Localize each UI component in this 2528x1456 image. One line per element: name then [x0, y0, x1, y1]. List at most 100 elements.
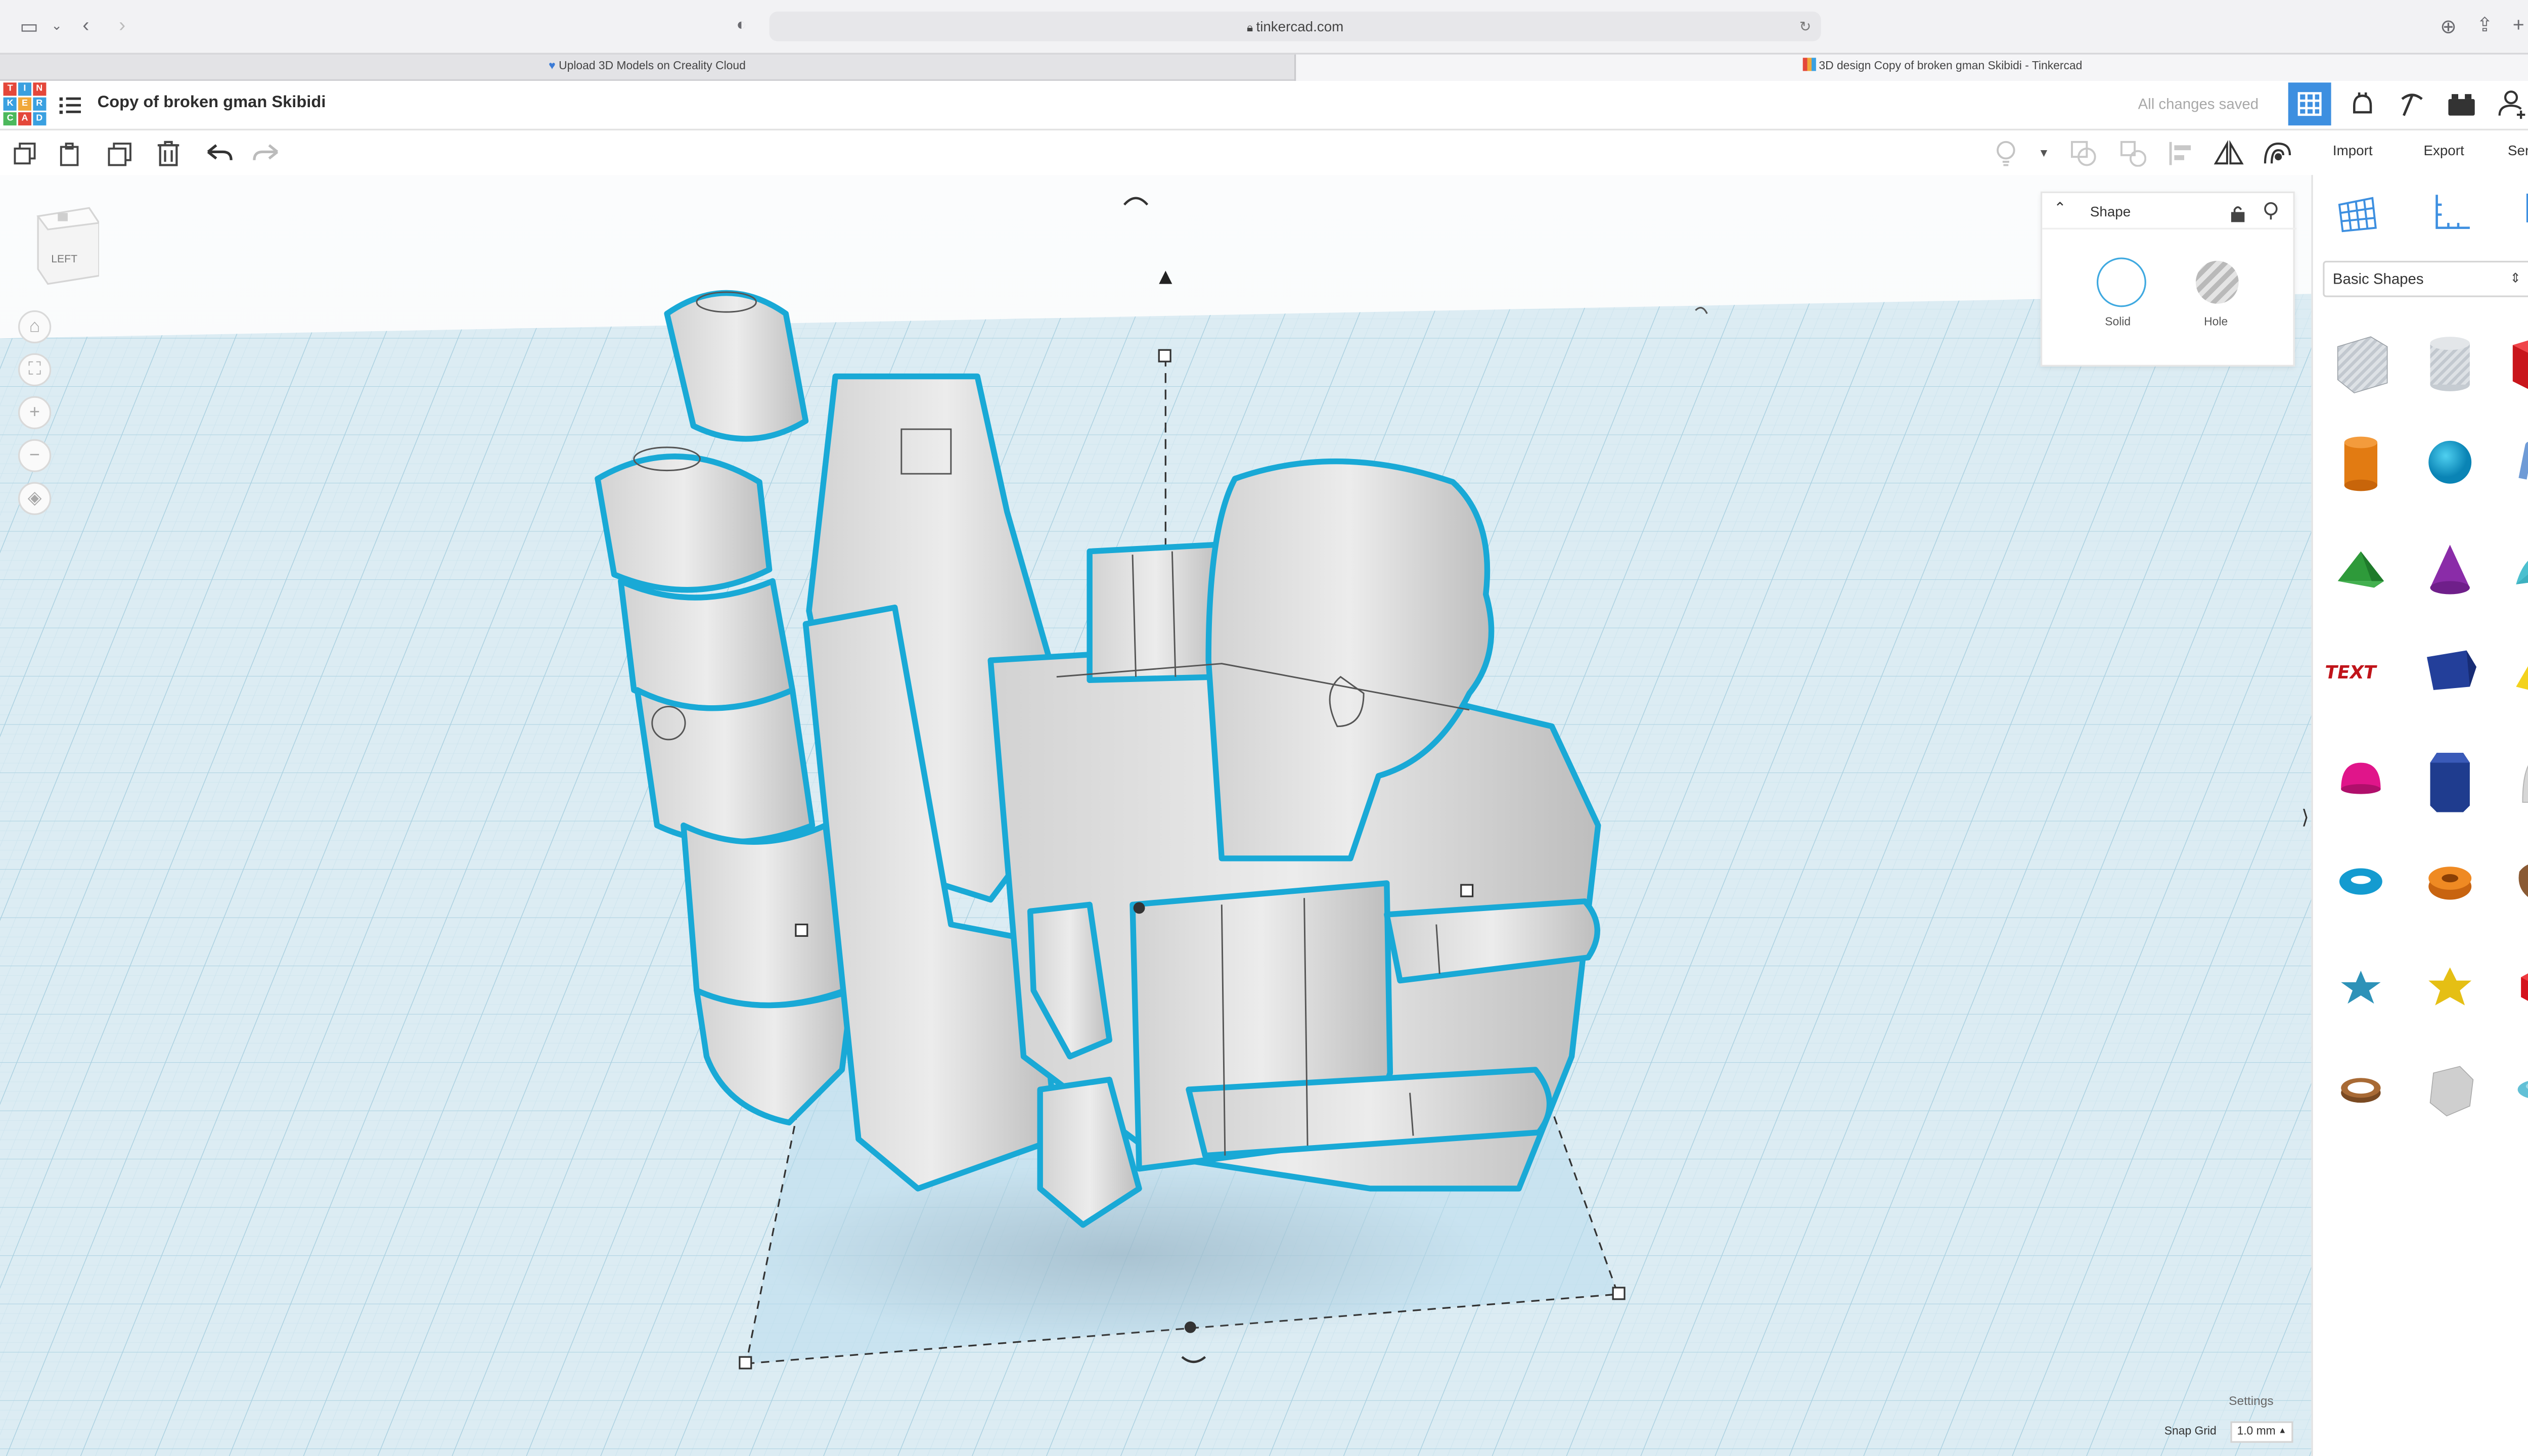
delete-icon[interactable] [152, 137, 185, 170]
shape-cylinder-striped[interactable] [2409, 313, 2491, 413]
design-title[interactable]: Copy of broken gman Skibidi [98, 94, 326, 112]
shape-text[interactable]: TEXT [2320, 621, 2402, 720]
workplane-icon[interactable] [2333, 188, 2382, 238]
shape-cylinder[interactable] [2320, 413, 2402, 512]
shape-tube[interactable] [2409, 832, 2491, 931]
snap-grid-value: 1.0 mm [2237, 1426, 2276, 1438]
view-cube-face-label: LEFT [51, 254, 78, 266]
redo-icon[interactable] [249, 137, 282, 170]
cruise-icon[interactable] [2260, 137, 2293, 170]
zoom-in-icon[interactable]: + [18, 396, 52, 429]
shape-wedge[interactable] [2409, 621, 2491, 720]
invite-user-icon[interactable] [2491, 82, 2528, 125]
ruler-icon[interactable] [2425, 188, 2475, 238]
select-arrows-icon: ⇕ [2510, 270, 2521, 286]
shape-polygon[interactable] [2409, 730, 2491, 829]
chevron-down-icon[interactable]: ⌄ [51, 13, 62, 39]
light-bulb-icon[interactable] [2264, 200, 2278, 230]
reload-icon[interactable]: ↻ [1799, 12, 1811, 41]
shape-star-blue[interactable] [2320, 938, 2402, 1037]
shape-half-sphere[interactable] [2320, 730, 2402, 829]
blocks-view-button[interactable] [2341, 82, 2384, 125]
home-view-icon[interactable]: ⌂ [18, 310, 52, 344]
tab-label: 3D design Copy of broken gman Skibidi - … [1819, 61, 2083, 73]
heart-icon: ♥ [549, 61, 559, 73]
light-bulb-icon[interactable] [1990, 137, 2022, 170]
fit-view-icon[interactable]: ⛶ [18, 353, 52, 387]
align-icon[interactable] [2164, 137, 2197, 170]
save-status: All changes saved [2138, 96, 2259, 113]
shape-scribble[interactable] [2498, 413, 2528, 512]
shape-cylinder-grey[interactable] [2409, 1040, 2491, 1139]
paste-icon[interactable] [55, 137, 87, 170]
shape-roof[interactable] [2320, 518, 2402, 617]
download-icon[interactable]: ⊕ [2440, 13, 2457, 39]
group-icon[interactable] [2067, 137, 2100, 170]
undo-icon[interactable] [203, 137, 236, 170]
new-tab-icon[interactable]: + [2513, 12, 2524, 38]
shape-box-striped[interactable] [2320, 313, 2402, 413]
shape-paraboloid[interactable] [2498, 730, 2528, 829]
snap-grid-select[interactable]: 1.0 mm ▲ [2230, 1421, 2293, 1443]
tinkercad-favicon-icon [1802, 58, 1816, 71]
shape-pyramid[interactable] [2498, 621, 2528, 720]
tab-creality[interactable]: ♥ Upload 3D Models on Creality Cloud [0, 55, 1294, 81]
notes-icon[interactable] [2518, 188, 2528, 238]
panel-collapse-chevron-icon[interactable]: ⟩ [2301, 805, 2309, 829]
3d-design-view-button[interactable] [2288, 82, 2331, 126]
back-icon[interactable]: ‹ [82, 12, 89, 38]
forward-icon[interactable]: › [119, 12, 125, 38]
tab-label: Upload 3D Models on Creality Cloud [559, 61, 746, 73]
collapse-chevron-icon[interactable]: ⌃ [2054, 200, 2066, 218]
shape-torus[interactable] [2320, 832, 2402, 931]
edit-toolbar: ▼ [0, 132, 2312, 175]
shape-ring[interactable] [2320, 1040, 2402, 1139]
shape-category-value: Basic Shapes [2332, 270, 2424, 288]
tinkercad-logo[interactable]: TIN KER CAD [3, 82, 47, 126]
screen: ▭ ⌄ ‹ › ◐ 🔒︎ tinkercad.com ↻ ⊕ ⇪ + ⧉ ♥ U… [0, 0, 2528, 1456]
shape-star-yellow[interactable] [2409, 938, 2491, 1037]
shape-cone[interactable] [2409, 518, 2491, 617]
lock-icon[interactable] [2230, 201, 2245, 231]
mirror-icon[interactable] [2213, 137, 2245, 170]
shape-round-roof[interactable] [2498, 518, 2528, 617]
tab-tinkercad[interactable]: 3D design Copy of broken gman Skibidi - … [1296, 54, 2528, 81]
bricks-view-button[interactable] [2440, 82, 2483, 125]
perspective-icon[interactable]: ◈ [18, 482, 52, 515]
duplicate-icon[interactable] [104, 137, 137, 170]
settings-link[interactable]: Settings [2229, 1393, 2274, 1408]
url-text: tinkercad.com [1256, 18, 1344, 35]
design-list-icon[interactable] [59, 94, 81, 114]
ungroup-icon[interactable] [2116, 137, 2149, 170]
share-icon[interactable]: ⇪ [2476, 12, 2493, 38]
solid-option[interactable] [2096, 257, 2146, 307]
chevron-down-icon[interactable]: ▼ [2027, 137, 2060, 170]
import-button[interactable]: Import [2333, 142, 2373, 159]
view-cube[interactable]: LEFT [33, 203, 101, 285]
shape-sphere[interactable] [2409, 413, 2491, 512]
shape-ellipsoid[interactable] [2498, 1040, 2528, 1139]
solid-label: Solid [2105, 316, 2131, 329]
shape-box[interactable]: ★ [2498, 313, 2528, 413]
shape-category-select[interactable]: Basic Shapes ⇕ [2323, 260, 2528, 297]
app-header: TIN KER CAD Copy of broken gman Skibidi … [0, 80, 2528, 130]
browser-toolbar: ▭ ⌄ ‹ › ◐ 🔒︎ tinkercad.com ↻ ⊕ ⇪ + ⧉ [0, 0, 2528, 53]
workplane-canvas[interactable] [0, 175, 2312, 1456]
shape-icosahedron[interactable] [2498, 938, 2528, 1037]
shape-library-panel: Basic Shapes ⇕ ★ [2311, 175, 2528, 1456]
shape-inspector-header: ⌃ Shape [2042, 193, 2297, 231]
lock-icon: 🔒︎ [1246, 23, 1256, 35]
shape-inspector: ⌃ Shape Solid Hole [2040, 191, 2297, 367]
workplane-viewport[interactable] [0, 175, 2312, 1456]
shield-icon[interactable]: ◐ [736, 13, 746, 39]
shape-generator[interactable] [2498, 832, 2528, 931]
export-button[interactable]: Export [2423, 142, 2464, 159]
hole-option[interactable] [2195, 260, 2239, 304]
copy-icon[interactable] [8, 137, 41, 170]
zoom-out-icon[interactable]: − [18, 439, 52, 472]
address-bar[interactable]: 🔒︎ tinkercad.com ↻ [769, 11, 1821, 41]
chevron-up-icon: ▲ [2278, 1426, 2287, 1436]
pickaxe-view-button[interactable] [2390, 82, 2433, 125]
send-to-button[interactable]: Send To [2508, 142, 2528, 159]
sidebar-toggle-icon[interactable]: ▭ [20, 13, 38, 39]
